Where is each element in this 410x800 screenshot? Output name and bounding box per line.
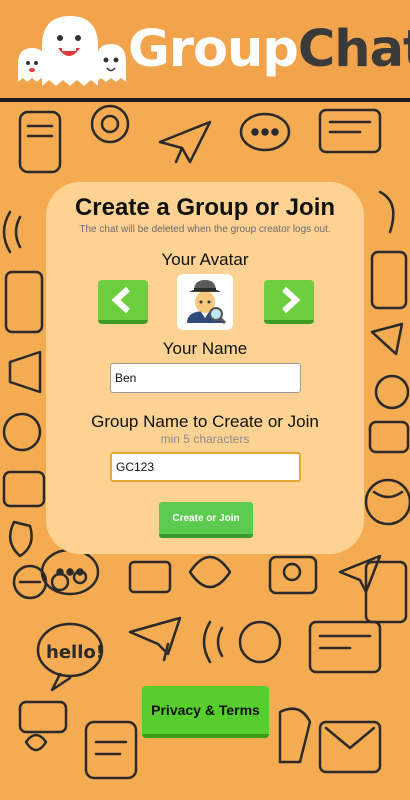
card-subtitle: The chat will be deleted when the group … [79, 224, 331, 235]
logo-word-group: Group [128, 20, 299, 79]
group-name-input[interactable] [110, 452, 301, 482]
app-header: GroupChat [0, 0, 410, 102]
group-name-hint: min 5 characters [160, 432, 250, 446]
name-label: Your Name [162, 339, 248, 358]
app-logo-wordmark: GroupChat [128, 18, 410, 82]
name-input[interactable] [110, 363, 301, 393]
chevron-right-icon [281, 286, 301, 314]
chevron-left-icon [111, 286, 131, 314]
detective-avatar-icon [187, 280, 227, 325]
privacy-terms-button[interactable]: Privacy & Terms [142, 686, 269, 738]
card-title: Create a Group or Join [74, 194, 336, 221]
avatar-display [177, 274, 233, 330]
svg-text:hello!: hello! [46, 642, 104, 663]
next-avatar-button[interactable] [264, 280, 314, 324]
logo-word-chat: Chat [297, 20, 410, 79]
avatar-label: Your Avatar [161, 250, 249, 269]
prev-avatar-button[interactable] [98, 280, 148, 324]
group-name-label: Group Name to Create or Join [91, 412, 319, 431]
create-join-card: Create a Group or Join The chat will be … [46, 182, 364, 554]
create-or-join-button[interactable]: Create or Join [159, 502, 253, 538]
ghost-mascots-icon [18, 16, 126, 86]
